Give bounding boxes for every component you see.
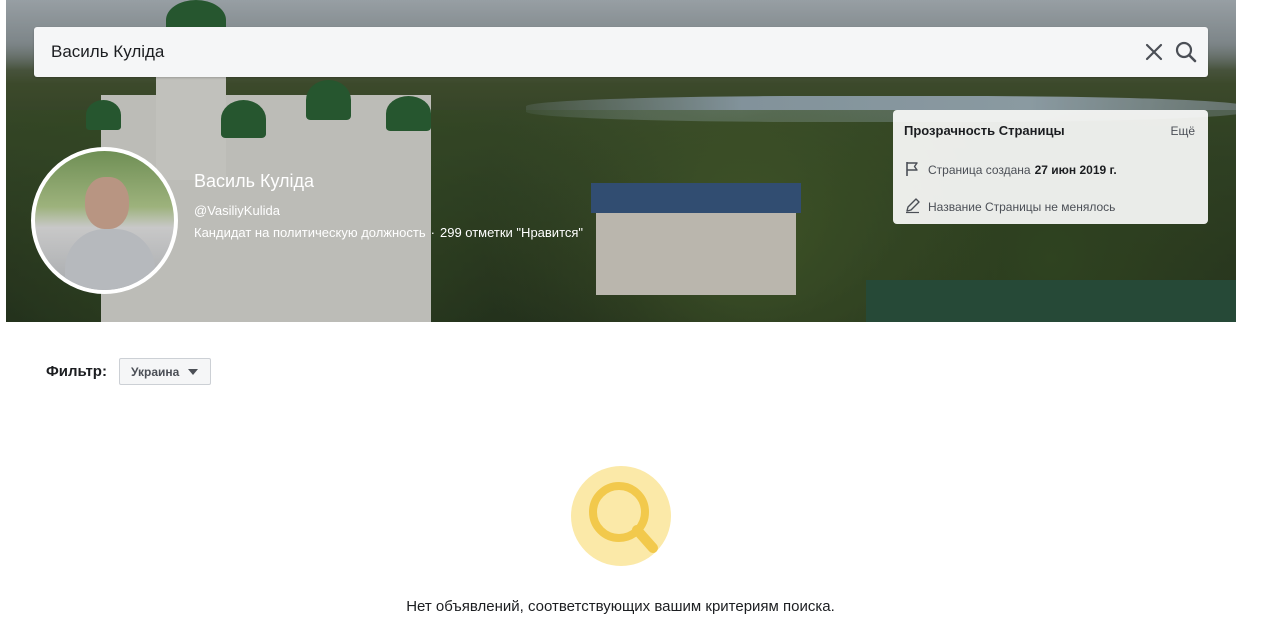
search-input[interactable]: Василь Куліда (51, 42, 164, 62)
country-filter-value: Украина (131, 365, 180, 379)
empty-state-message: Нет объявлений, соответствующих вашим кр… (406, 598, 835, 615)
country-filter-dropdown[interactable]: Украина (119, 358, 211, 385)
name-changes-row: Название Страницы не менялось (904, 197, 1115, 217)
flag-icon (904, 160, 928, 180)
pencil-icon (904, 197, 928, 217)
search-icon[interactable] (1174, 40, 1198, 64)
avatar[interactable] (31, 147, 178, 294)
page-category: Кандидат на политическую должность (194, 225, 426, 240)
created-label: Страница создана (928, 163, 1031, 177)
filter-label: Фильтр: (46, 363, 107, 380)
name-changes-text: Название Страницы не менялось (928, 200, 1116, 214)
page-likes: 299 отметки "Нравится" (439, 225, 584, 240)
page-title[interactable]: Василь Куліда (194, 171, 314, 192)
transparency-title: Прозрачность Страницы (904, 123, 1065, 138)
chevron-down-icon (188, 369, 198, 375)
more-link[interactable]: Ещё (1170, 124, 1195, 138)
page-created-row: Страница создана 27 июн 2019 г. (904, 160, 1117, 180)
close-icon[interactable] (1144, 42, 1164, 62)
page-meta: Кандидат на политическую должность · 299 о… (194, 225, 583, 240)
page-handle: @VasiliyKulida (194, 203, 280, 218)
page-transparency-card: Прозрачность Страницы Ещё Страница созда… (893, 110, 1208, 224)
search-bar[interactable]: Василь Куліда (34, 27, 1208, 77)
created-date: 27 июн 2019 г. (1034, 163, 1117, 177)
magnifier-icon (571, 466, 671, 566)
separator-dot: · (430, 225, 435, 240)
